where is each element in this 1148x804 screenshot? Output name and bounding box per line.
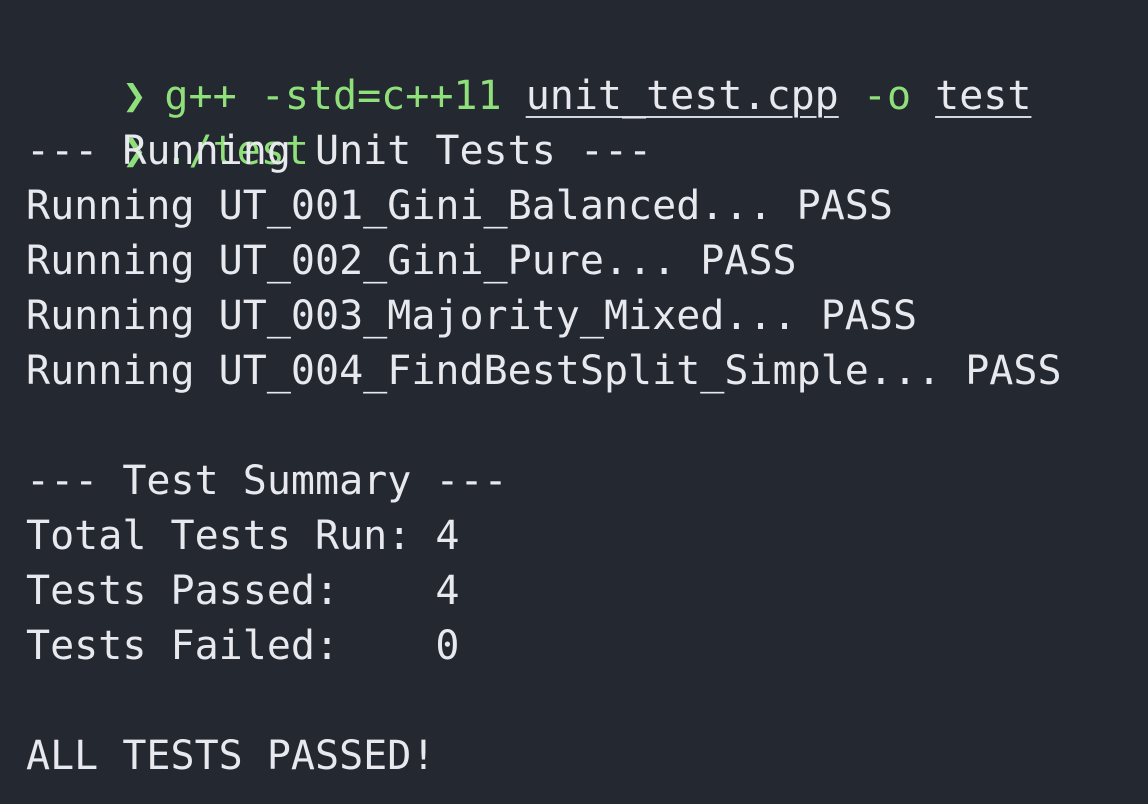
command-flag: -std=c++11 — [260, 73, 502, 119]
terminal-output[interactable]: ❯ g++ -std=c++11 unit_test.cpp -o test ❯.… — [0, 0, 1148, 804]
test-result-line: Running UT_003_Majority_Mixed... PASS — [26, 293, 918, 339]
command-source-file: unit_test.cpp — [525, 73, 839, 119]
command-line-compile: ❯ g++ -std=c++11 unit_test.cpp -o test — [26, 14, 1148, 119]
summary-header: --- Test Summary --- — [26, 458, 508, 504]
prompt-chevron-icon: ❯ — [122, 73, 147, 119]
test-result-line: Running UT_002_Gini_Pure... PASS — [26, 238, 797, 284]
test-result-line: Running UT_001_Gini_Balanced... PASS — [26, 183, 893, 229]
test-result-line: Running UT_004_FindBestSplit_Simple... P… — [26, 348, 1062, 394]
command-output-flag: -o — [862, 73, 912, 119]
summary-failed: Tests Failed: 0 — [26, 623, 460, 669]
final-message: ALL TESTS PASSED! — [26, 733, 436, 779]
running-header: --- Running Unit Tests --- — [26, 128, 653, 174]
summary-passed: Tests Passed: 4 — [26, 568, 460, 614]
command-program: g++ — [164, 73, 237, 119]
command-output-file: test — [935, 73, 1032, 119]
summary-total: Total Tests Run: 4 — [26, 513, 460, 559]
